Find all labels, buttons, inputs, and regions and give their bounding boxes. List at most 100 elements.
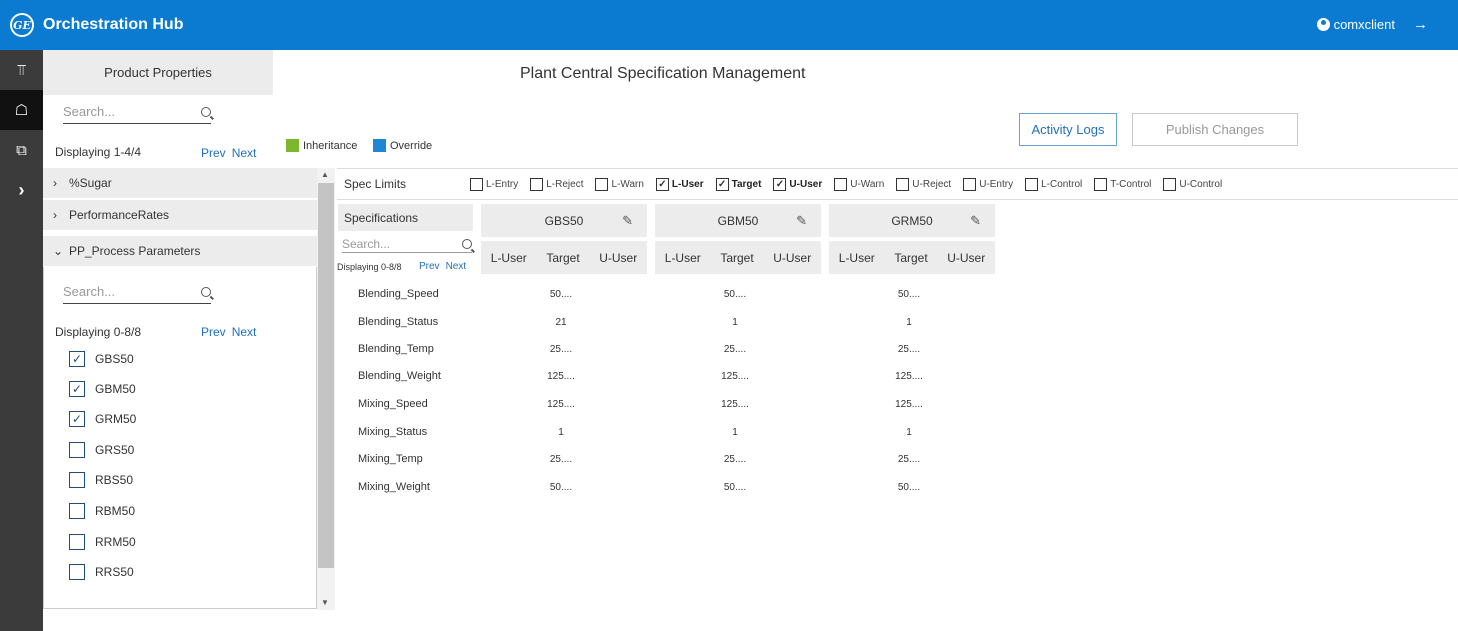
target-value[interactable]: 125....	[889, 371, 929, 382]
checkbox[interactable]	[69, 564, 85, 580]
search-icon[interactable]	[201, 106, 211, 117]
product-item[interactable]: ✓ GBM50	[69, 381, 136, 397]
checkbox[interactable]	[69, 534, 85, 550]
scrollbar-thumb[interactable]	[318, 183, 334, 568]
product-item[interactable]: GRS50	[69, 442, 134, 458]
limit-label: U-User	[789, 178, 823, 190]
prev-link[interactable]: Prev	[419, 261, 440, 272]
limit-l-warn[interactable]: L-Warn	[595, 177, 644, 191]
chevron-down-icon: ⌄	[53, 244, 64, 258]
accordion-process-parameters[interactable]: ⌄ PP_Process Parameters	[43, 236, 317, 267]
product-item[interactable]: RBM50	[69, 503, 135, 519]
target-value[interactable]: 1	[715, 317, 755, 328]
next-link[interactable]: Next	[446, 261, 467, 272]
target-value[interactable]: 25....	[541, 454, 581, 465]
target-value[interactable]: 50....	[889, 289, 929, 300]
target-value[interactable]: 50....	[715, 482, 755, 493]
target-value[interactable]: 25....	[889, 344, 929, 355]
target-value[interactable]: 50....	[715, 289, 755, 300]
limit-l-control[interactable]: L-Control	[1025, 177, 1082, 191]
product-label: GBM50	[95, 382, 136, 396]
sub-column: Target	[720, 250, 754, 265]
limit-l-entry[interactable]: L-Entry	[470, 177, 519, 191]
target-value[interactable]: 125....	[541, 371, 581, 382]
product-item[interactable]: RBS50	[69, 472, 133, 488]
checkbox[interactable]	[595, 177, 609, 191]
checkbox[interactable]	[896, 177, 910, 191]
accordion-sugar[interactable]: › %Sugar	[43, 168, 317, 199]
product-item[interactable]: RRM50	[69, 534, 136, 550]
limit-u-user[interactable]: ✓ U-User	[773, 177, 823, 191]
checkbox[interactable]	[963, 177, 977, 191]
checkbox[interactable]	[530, 177, 544, 191]
pencil-icon[interactable]: ✎	[622, 213, 633, 229]
checkbox[interactable]: ✓	[655, 177, 669, 191]
product-label: GRM50	[95, 412, 137, 426]
checkbox[interactable]	[834, 177, 848, 191]
scroll-down-icon[interactable]: ▼	[321, 598, 329, 607]
search-icon[interactable]	[462, 239, 472, 249]
product-item[interactable]: ✓ GRM50	[69, 411, 136, 427]
hierarchy-icon[interactable]: ⫪	[0, 50, 43, 90]
target-value[interactable]: 21	[541, 317, 581, 328]
product-item[interactable]: RRS50	[69, 564, 134, 580]
pencil-icon[interactable]: ✎	[970, 213, 981, 229]
limit-target[interactable]: ✓ Target	[715, 177, 761, 191]
search-icon[interactable]	[201, 286, 211, 297]
limit-t-control[interactable]: T-Control	[1094, 177, 1151, 191]
prev-link[interactable]: Prev	[201, 146, 226, 160]
product-item[interactable]: ✓ GBS50	[69, 351, 134, 367]
target-value[interactable]: 50....	[889, 482, 929, 493]
next-link[interactable]: Next	[232, 325, 257, 339]
displaying-count: Displaying 1-4/4	[55, 145, 142, 159]
checkbox[interactable]: ✓	[69, 411, 85, 427]
target-value[interactable]: 25....	[715, 344, 755, 355]
grid-icon[interactable]: ⧉	[0, 130, 43, 170]
activity-logs-button[interactable]: Activity Logs	[1019, 113, 1117, 146]
limit-u-entry[interactable]: U-Entry	[963, 177, 1013, 191]
publish-changes-button[interactable]: Publish Changes	[1132, 113, 1298, 146]
parameter-search-input[interactable]: Search...	[63, 284, 211, 304]
factory-icon[interactable]: ☖	[0, 90, 43, 130]
target-value[interactable]: 25....	[541, 344, 581, 355]
limit-l-user[interactable]: ✓ L-User	[655, 177, 704, 191]
logout-icon[interactable]: →	[1413, 16, 1428, 33]
checkbox[interactable]	[69, 472, 85, 488]
checkbox[interactable]	[1025, 177, 1039, 191]
checkbox[interactable]: ✓	[773, 177, 787, 191]
target-value[interactable]: 50....	[541, 482, 581, 493]
product-search-input[interactable]: Search...	[63, 104, 211, 124]
target-value[interactable]: 125....	[715, 399, 755, 410]
limit-l-reject[interactable]: L-Reject	[530, 177, 583, 191]
target-value[interactable]: 125....	[541, 399, 581, 410]
target-value[interactable]: 1	[889, 317, 929, 328]
checkbox[interactable]	[69, 503, 85, 519]
prev-link[interactable]: Prev	[201, 325, 226, 339]
accordion-performance-rates[interactable]: › PerformanceRates	[43, 200, 317, 231]
limit-label: L-Entry	[486, 178, 519, 190]
checkbox[interactable]	[1094, 177, 1108, 191]
limit-u-reject[interactable]: U-Reject	[896, 177, 951, 191]
scroll-up-icon[interactable]: ▲	[321, 170, 329, 179]
target-value[interactable]: 50....	[541, 289, 581, 300]
limit-u-warn[interactable]: U-Warn	[834, 177, 884, 191]
checkbox[interactable]: ✓	[715, 177, 729, 191]
next-link[interactable]: Next	[232, 146, 257, 160]
target-value[interactable]: 1	[889, 427, 929, 438]
target-value[interactable]: 25....	[715, 454, 755, 465]
checkbox[interactable]	[1163, 177, 1177, 191]
checkbox[interactable]: ✓	[69, 381, 85, 397]
checkbox[interactable]	[69, 442, 85, 458]
target-value[interactable]: 125....	[889, 399, 929, 410]
user-menu[interactable]: comxclient	[1316, 17, 1395, 32]
chevron-right-icon[interactable]: ›	[0, 170, 43, 210]
target-value[interactable]: 125....	[715, 371, 755, 382]
checkbox[interactable]: ✓	[69, 351, 85, 367]
target-value[interactable]: 1	[541, 427, 581, 438]
checkbox[interactable]	[470, 177, 483, 191]
pencil-icon[interactable]: ✎	[796, 213, 807, 229]
limit-u-control[interactable]: U-Control	[1163, 177, 1222, 191]
target-value[interactable]: 25....	[889, 454, 929, 465]
target-value[interactable]: 1	[715, 427, 755, 438]
specifications-search-input[interactable]: Search...	[342, 237, 472, 253]
